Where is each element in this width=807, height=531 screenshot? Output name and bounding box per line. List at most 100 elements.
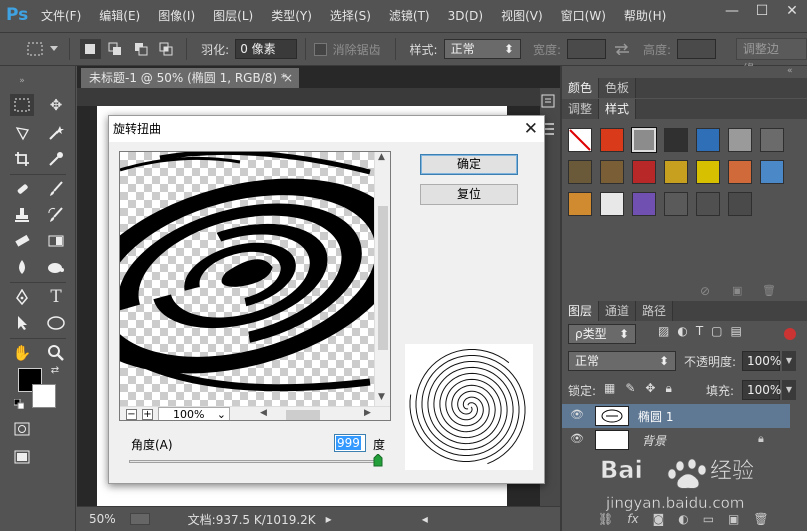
dialog-close-icon[interactable]: ✕ <box>524 116 538 142</box>
document-tab[interactable]: 未标题-1 @ 50% (椭圆 1, RGB/8) * × <box>81 68 299 88</box>
type-filter-icon[interactable]: T <box>696 324 703 338</box>
lasso-tool-icon[interactable] <box>10 122 34 144</box>
style-swatch[interactable] <box>568 128 592 152</box>
style-swatch[interactable] <box>600 128 624 152</box>
style-swatch[interactable] <box>664 192 688 216</box>
width-input[interactable] <box>567 39 606 59</box>
chevron-right-icon[interactable]: ▶ <box>364 408 371 418</box>
zoom-level[interactable]: 50% <box>89 512 116 526</box>
style-swatch[interactable] <box>728 160 752 184</box>
tab-paths[interactable]: 路径 <box>636 301 674 321</box>
angle-slider-track[interactable] <box>129 460 379 463</box>
marquee-tool-icon[interactable] <box>10 94 34 116</box>
angle-input[interactable]: 999 <box>334 434 366 452</box>
shape-filter-icon[interactable]: ▢ <box>711 324 722 338</box>
chevron-left-icon[interactable]: ◀ <box>260 408 267 418</box>
status-arrow-icon[interactable]: ▸ <box>326 512 332 526</box>
menu-layer[interactable]: 图层(L) <box>204 0 262 32</box>
refine-edge-button[interactable]: 调整边缘... <box>735 38 807 76</box>
add-selection-icon[interactable] <box>105 39 126 59</box>
menu-type[interactable]: 类型(Y) <box>262 0 321 32</box>
eyedropper-tool-icon[interactable] <box>44 148 68 170</box>
style-swatch[interactable] <box>600 192 624 216</box>
hand-tool-icon[interactable]: ✋ <box>10 342 34 364</box>
menu-window[interactable]: 窗口(W) <box>552 0 615 32</box>
menu-select[interactable]: 选择(S) <box>321 0 380 32</box>
magic-wand-tool-icon[interactable] <box>44 122 68 144</box>
type-tool-icon[interactable]: T <box>44 286 68 308</box>
style-swatch[interactable] <box>632 192 656 216</box>
move-tool-icon[interactable]: ✥ <box>44 94 68 116</box>
history-brush-tool-icon[interactable] <box>44 204 68 226</box>
opacity-input[interactable]: 100% <box>742 351 781 371</box>
style-swatch[interactable] <box>760 160 784 184</box>
chevron-down-icon[interactable] <box>49 39 59 59</box>
path-selection-tool-icon[interactable] <box>10 312 34 334</box>
style-swatch[interactable] <box>632 128 656 152</box>
subtract-selection-icon[interactable] <box>130 39 151 59</box>
preview-vertical-scrollbar[interactable]: ▲ ▼ <box>374 152 390 406</box>
status-preview-icon[interactable] <box>129 513 150 525</box>
filter-preview[interactable]: ▲ ▼ − + 100% ⌄ ◀ ▶ <box>119 151 391 421</box>
scroll-left-icon[interactable]: ◂ <box>422 512 428 526</box>
ellipse-tool-icon[interactable] <box>44 312 68 334</box>
tab-adjustments[interactable]: 调整 <box>562 99 600 119</box>
crop-tool-icon[interactable] <box>10 148 34 170</box>
style-swatch[interactable] <box>696 192 720 216</box>
style-swatch[interactable] <box>696 128 720 152</box>
lock-pixels-icon[interactable]: ✎ <box>625 381 635 396</box>
menu-3d[interactable]: 3D(D) <box>439 0 492 32</box>
intersect-selection-icon[interactable] <box>155 39 176 59</box>
layer-visibility-eye-icon[interactable]: 👁︎ <box>570 408 584 421</box>
chevron-down-icon[interactable]: ▼ <box>782 351 796 371</box>
zoom-level-field[interactable]: 100% ⌄ <box>158 407 230 420</box>
style-swatch[interactable] <box>728 192 752 216</box>
layer-kind-filter[interactable]: ρ类型 ⬍ <box>568 324 636 344</box>
new-style-icon[interactable]: ▣ <box>732 284 742 297</box>
zoom-tool-icon[interactable] <box>44 342 68 364</box>
menu-view[interactable]: 视图(V) <box>492 0 552 32</box>
screen-mode-icon[interactable] <box>10 446 34 468</box>
lock-all-icon[interactable]: 🔒︎ <box>665 381 671 396</box>
layer-name[interactable]: 椭圆 1 <box>638 408 673 425</box>
lock-position-icon[interactable]: ✥ <box>645 381 655 396</box>
blend-mode-select[interactable]: 正常 ⬍ <box>568 351 676 371</box>
scroll-thumb[interactable] <box>286 410 320 420</box>
ok-button[interactable]: 确定 <box>420 154 518 175</box>
style-swatch[interactable] <box>568 160 592 184</box>
clear-style-icon[interactable]: ⊘ <box>700 284 710 298</box>
style-swatch[interactable] <box>696 160 720 184</box>
zoom-in-button[interactable]: + <box>142 409 153 420</box>
antialias-checkbox[interactable] <box>314 42 327 56</box>
healing-brush-tool-icon[interactable] <box>10 178 34 200</box>
chevron-down-icon[interactable]: ▼ <box>782 380 796 400</box>
style-swatch[interactable] <box>728 128 752 152</box>
style-select[interactable]: 正常 ⬍ <box>443 39 521 59</box>
menu-file[interactable]: 文件(F) <box>32 0 90 32</box>
chevron-up-icon[interactable]: ▲ <box>378 152 385 162</box>
dodge-tool-icon[interactable] <box>44 256 68 278</box>
menu-help[interactable]: 帮助(H) <box>615 0 675 32</box>
adjustment-filter-icon[interactable]: ◐ <box>677 324 687 338</box>
style-swatch[interactable] <box>568 192 592 216</box>
chevron-down-icon[interactable]: ▼ <box>378 392 385 402</box>
tab-channels[interactable]: 通道 <box>599 301 637 321</box>
angle-slider-thumb[interactable] <box>373 453 383 467</box>
scroll-thumb[interactable] <box>378 206 388 350</box>
blur-tool-icon[interactable] <box>10 256 34 278</box>
maximize-button[interactable]: ☐ <box>747 0 777 24</box>
feather-input[interactable]: 0 像素 <box>235 39 298 59</box>
menu-image[interactable]: 图像(I) <box>149 0 204 32</box>
collapse-arrows-icon[interactable]: » <box>10 70 34 92</box>
style-swatch[interactable] <box>632 160 656 184</box>
layer-row-ellipse[interactable]: 👁︎ 椭圆 1 <box>562 404 790 428</box>
gradient-tool-icon[interactable] <box>44 230 68 252</box>
eraser-tool-icon[interactable] <box>10 230 34 252</box>
clone-stamp-tool-icon[interactable] <box>10 204 34 226</box>
tab-color[interactable]: 颜色 <box>562 78 600 98</box>
swap-arrows-icon[interactable] <box>612 39 633 59</box>
brush-tool-icon[interactable] <box>44 178 68 200</box>
pen-tool-icon[interactable] <box>10 286 34 308</box>
dialog-titlebar[interactable]: 旋转扭曲 ✕ <box>109 116 544 142</box>
delete-style-icon[interactable]: 🗑 <box>762 284 776 297</box>
